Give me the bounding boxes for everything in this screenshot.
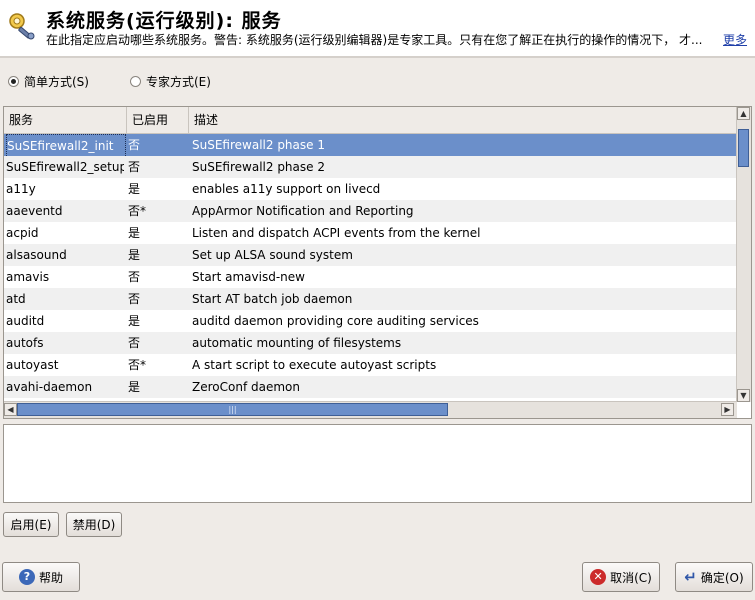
description-cell: SuSEfirewall2 phase 2: [192, 160, 325, 174]
enabled-cell: 否: [128, 270, 141, 284]
description-cell: Set up ALSA sound system: [192, 248, 353, 262]
header-divider: [0, 56, 755, 58]
service-cell: auditd: [6, 314, 45, 328]
enter-arrow-icon: ↵: [684, 568, 697, 586]
horizontal-scroll-thumb[interactable]: |||: [17, 403, 448, 416]
description-cell: A start script to execute autoyast scrip…: [192, 358, 437, 372]
scroll-down-button[interactable]: ▼: [737, 389, 750, 402]
table-row[interactable]: autofs 否 automatic mounting of filesystems: [4, 332, 737, 354]
service-cell: avahi-daemon: [6, 380, 93, 394]
table-row[interactable]: autoyast 否* A start script to execute auto…: [4, 354, 737, 376]
description-cell: ZeroConf daemon: [192, 380, 300, 394]
vertical-scroll-thumb[interactable]: [738, 129, 749, 167]
disable-button-label: 禁用(D): [72, 518, 116, 532]
help-button-label: 帮助: [38, 570, 63, 585]
enabled-cell: 否: [128, 138, 141, 152]
enable-button[interactable]: 启用(E): [3, 512, 59, 537]
service-cell: atd: [6, 292, 26, 306]
enabled-cell: 是: [128, 226, 141, 240]
description-cell: Start amavisd-new: [192, 270, 305, 284]
enabled-cell: 是: [128, 182, 141, 196]
scroll-up-button[interactable]: ▲: [737, 107, 750, 120]
service-cell: a11y: [6, 182, 36, 196]
description-cell: Listen and dispatch ACPI events from the…: [192, 226, 481, 240]
disable-button[interactable]: 禁用(D): [66, 512, 122, 537]
table-row[interactable]: amavis 否 Start amavisd-new: [4, 266, 737, 288]
simple-mode-label: 简单方式(S): [24, 75, 89, 89]
service-cell: SuSEfirewall2_init: [6, 134, 126, 158]
column-header-description[interactable]: 描述: [189, 107, 737, 133]
table-row[interactable]: aaeventd 否* AppArmor Notification and Repo…: [4, 200, 737, 222]
enable-button-label: 启用(E): [10, 518, 52, 532]
description-cell: AppArmor Notification and Reporting: [192, 204, 414, 218]
page-title: 系统服务(运行级别): 服务: [46, 10, 282, 32]
service-cell: SuSEfirewall2_setup: [6, 160, 124, 174]
table-row[interactable]: alsasound 是 Set up ALSA sound system: [4, 244, 737, 266]
service-cell: autoyast: [6, 358, 59, 372]
service-cell: aaeventd: [6, 204, 63, 218]
expert-mode-radio[interactable]: [130, 76, 141, 87]
expert-mode-option[interactable]: 专家方式(E): [130, 73, 211, 90]
service-cell: amavis: [6, 270, 50, 284]
service-description-box: [3, 424, 752, 503]
ok-button-label: 确定(O): [700, 570, 744, 585]
horizontal-scrollbar[interactable]: ◀ ||| ▶: [4, 401, 737, 418]
ok-button[interactable]: ↵ 确定(O): [675, 562, 753, 592]
enabled-cell: 否*: [128, 204, 147, 218]
page-description: 在此指定应启动哪些系统服务。警告: 系统服务(运行级别编辑器)是专家工具。只有在…: [46, 33, 703, 47]
cancel-button-label: 取消(C): [610, 570, 652, 585]
description-cell: Start AT batch job daemon: [192, 292, 353, 306]
services-table[interactable]: 服务 已启用 描述 SuSEfirewall2_init 否 SuSEfirewal…: [3, 106, 752, 419]
help-icon: ?: [18, 569, 35, 585]
expert-mode-label: 专家方式(E): [146, 75, 211, 89]
description-cell: enables a11y support on livecd: [192, 182, 381, 196]
table-row[interactable]: avahi-daemon 是 ZeroConf daemon: [4, 376, 737, 398]
service-cell: alsasound: [6, 248, 67, 262]
vertical-scrollbar[interactable]: ▲ ▼: [736, 107, 751, 402]
wrench-gear-icon: [9, 13, 35, 40]
scroll-right-button[interactable]: ▶: [721, 403, 734, 416]
enabled-cell: 是: [128, 248, 141, 262]
table-row[interactable]: acpid 是 Listen and dispatch ACPI events fr…: [4, 222, 737, 244]
cancel-icon: ✕: [590, 569, 607, 585]
table-body: SuSEfirewall2_init 否 SuSEfirewall2 phase 1…: [4, 134, 737, 398]
simple-mode-option[interactable]: 简单方式(S): [8, 73, 89, 90]
service-cell: acpid: [6, 226, 39, 240]
description-cell: SuSEfirewall2 phase 1: [192, 138, 325, 152]
table-row[interactable]: SuSEfirewall2_init 否 SuSEfirewall2 phase 1: [4, 134, 737, 158]
service-cell: autofs: [6, 336, 44, 350]
table-header: 服务 已启用 描述: [4, 107, 737, 134]
enabled-cell: 否*: [128, 358, 147, 372]
simple-mode-radio[interactable]: [8, 76, 19, 87]
help-button[interactable]: ? 帮助: [2, 562, 80, 592]
header: 系统服务(运行级别): 服务 在此指定应启动哪些系统服务。警告: 系统服务(运行…: [0, 0, 755, 56]
scroll-left-button[interactable]: ◀: [4, 403, 17, 416]
enabled-cell: 是: [128, 380, 141, 394]
description-cell: automatic mounting of filesystems: [192, 336, 402, 350]
cancel-button[interactable]: ✕ 取消(C): [582, 562, 660, 592]
description-cell: auditd daemon providing core auditing se…: [192, 314, 479, 328]
column-header-enabled[interactable]: 已启用: [127, 107, 189, 133]
enabled-cell: 是: [128, 314, 141, 328]
table-row[interactable]: auditd 是 auditd daemon providing core audi…: [4, 310, 737, 332]
enabled-cell: 否: [128, 292, 141, 306]
more-link[interactable]: 更多: [723, 31, 747, 48]
table-row[interactable]: SuSEfirewall2_setup 否 SuSEfirewall2 phase …: [4, 156, 737, 178]
enabled-cell: 否: [128, 336, 141, 350]
enabled-cell: 否: [128, 160, 141, 174]
table-row[interactable]: a11y 是 enables a11y support on livecd: [4, 178, 737, 200]
column-header-service[interactable]: 服务: [4, 107, 127, 133]
table-row[interactable]: atd 否 Start AT batch job daemon: [4, 288, 737, 310]
